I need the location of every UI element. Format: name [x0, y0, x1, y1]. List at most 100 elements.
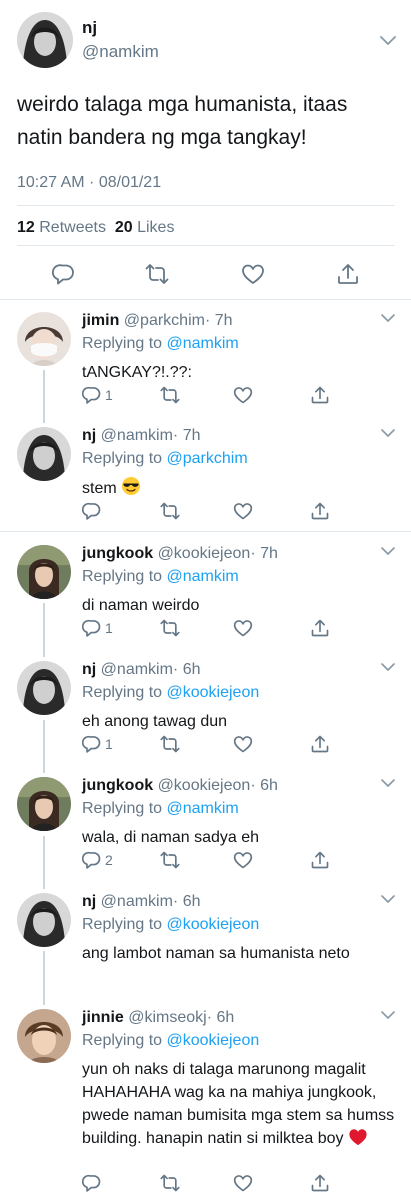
chevron-down-icon[interactable]: [381, 663, 395, 672]
share-icon[interactable]: [310, 385, 330, 405]
reply-button[interactable]: [82, 501, 105, 521]
reply-text: eh anong tawag dun: [82, 713, 228, 730]
reply-author-name[interactable]: nj: [82, 427, 96, 444]
reply-author-name[interactable]: nj: [82, 893, 96, 910]
reply-text: tANGKAY?!.??:: [82, 364, 192, 381]
reply-header: nj @namkim· 6h: [82, 893, 201, 911]
tweet-actions: [0, 262, 411, 286]
reply-author-handle[interactable]: @kookiejeon: [158, 545, 251, 562]
reply-author-handle[interactable]: @kimseokj: [128, 1009, 206, 1026]
share-icon[interactable]: [336, 262, 360, 286]
reply-actions: 1: [0, 734, 411, 756]
avatar-jungkook[interactable]: [17, 777, 71, 831]
avatar-jungkook[interactable]: [17, 545, 71, 599]
mention-link[interactable]: @namkim: [167, 568, 239, 585]
share-icon[interactable]: [310, 850, 330, 870]
reply-button[interactable]: 1: [82, 385, 113, 405]
reply-age: · 6h: [172, 661, 201, 678]
avatar-nj[interactable]: [17, 661, 71, 715]
reply-author-handle[interactable]: @kookiejeon: [158, 777, 251, 794]
replying-to: Replying to @kookiejeon: [82, 1032, 259, 1050]
retweet-icon[interactable]: [160, 734, 180, 754]
reply-button[interactable]: 1: [82, 734, 113, 754]
chevron-down-icon[interactable]: [381, 895, 395, 904]
mention-link[interactable]: @kookiejeon: [167, 684, 260, 701]
reply-actions: 1: [0, 618, 411, 640]
tweet-stats: 12 Retweets 20 Likes: [17, 219, 174, 237]
avatar-nj[interactable]: [17, 893, 71, 947]
retweet-icon[interactable]: [160, 850, 180, 870]
likes-count[interactable]: 20: [115, 219, 133, 236]
avatar-nj[interactable]: [17, 12, 73, 68]
reply-author-name[interactable]: jungkook: [82, 545, 153, 562]
reply-author-name[interactable]: jimin: [82, 312, 119, 329]
replying-prefix: Replying to: [82, 800, 163, 817]
tweet-timestamp[interactable]: 10:27 AM · 08/01/21: [17, 174, 161, 192]
reply-author-name[interactable]: nj: [82, 661, 96, 678]
retweet-icon[interactable]: [145, 262, 169, 286]
reply-icon[interactable]: [82, 850, 102, 870]
like-icon[interactable]: [233, 1173, 253, 1193]
retweet-icon[interactable]: [160, 385, 180, 405]
reply-author-handle[interactable]: @namkim: [101, 427, 173, 444]
share-icon[interactable]: [310, 501, 330, 521]
reply-author-handle[interactable]: @namkim: [101, 661, 173, 678]
author-name[interactable]: nj: [82, 18, 97, 38]
chevron-down-icon[interactable]: [381, 779, 395, 788]
replying-prefix: Replying to: [82, 568, 163, 585]
reply-icon[interactable]: [82, 618, 102, 638]
retweet-icon[interactable]: [160, 618, 180, 638]
reply-header: nj @namkim· 7h: [82, 427, 201, 445]
reply-header: jungkook @kookiejeon· 7h: [82, 545, 278, 563]
reply-icon[interactable]: [82, 1173, 102, 1193]
separator: [0, 531, 411, 532]
like-icon[interactable]: [241, 262, 265, 286]
reply-icon[interactable]: [82, 385, 102, 405]
reply-text: stem: [82, 480, 117, 497]
retweet-icon[interactable]: [160, 501, 180, 521]
chevron-down-icon[interactable]: [381, 429, 395, 438]
reply-count: 1: [105, 387, 113, 403]
like-icon[interactable]: [233, 385, 253, 405]
like-icon[interactable]: [233, 618, 253, 638]
retweets-count[interactable]: 12: [17, 219, 35, 236]
share-icon[interactable]: [310, 1173, 330, 1193]
reply-author-handle[interactable]: @parkchim: [124, 312, 205, 329]
replying-prefix: Replying to: [82, 335, 163, 352]
chevron-down-icon[interactable]: [381, 1011, 395, 1020]
chevron-down-icon[interactable]: [381, 547, 395, 556]
avatar-nj[interactable]: [17, 427, 71, 481]
retweet-icon[interactable]: [160, 1173, 180, 1193]
chevron-down-icon[interactable]: [381, 314, 395, 323]
reply-header: jungkook @kookiejeon· 6h: [82, 777, 278, 795]
reply-author-name[interactable]: jinnie: [82, 1009, 124, 1026]
author-handle[interactable]: @namkim: [82, 42, 159, 62]
chevron-down-icon[interactable]: [380, 36, 396, 46]
reply-button[interactable]: 2: [82, 850, 113, 870]
like-icon[interactable]: [233, 501, 253, 521]
reply-actions: 2: [0, 850, 411, 872]
like-icon[interactable]: [233, 850, 253, 870]
mention-link[interactable]: @kookiejeon: [167, 916, 260, 933]
mention-link[interactable]: @namkim: [167, 800, 239, 817]
reply-count: 2: [105, 852, 113, 868]
reply-author-name[interactable]: jungkook: [82, 777, 153, 794]
share-icon[interactable]: [310, 734, 330, 754]
reply-button[interactable]: 1: [82, 618, 113, 638]
mention-link[interactable]: @parkchim: [167, 450, 248, 467]
reply-icon[interactable]: [52, 262, 76, 286]
retweets-label[interactable]: Retweets: [39, 219, 106, 236]
reply-icon[interactable]: [82, 501, 102, 521]
mention-link[interactable]: @namkim: [167, 335, 239, 352]
like-icon[interactable]: [233, 734, 253, 754]
reply-author-handle[interactable]: @namkim: [101, 893, 173, 910]
avatar-jimin[interactable]: [17, 312, 71, 366]
avatar-jinnie[interactable]: [17, 1009, 71, 1063]
reply-count: 1: [105, 620, 113, 636]
mention-link[interactable]: @kookiejeon: [167, 1032, 260, 1049]
likes-label[interactable]: Likes: [137, 219, 174, 236]
share-icon[interactable]: [310, 618, 330, 638]
reply-icon[interactable]: [82, 734, 102, 754]
reply-age: · 6h: [250, 777, 278, 794]
main-tweet: nj @namkim weirdo talaga mga humanista, …: [0, 0, 411, 300]
